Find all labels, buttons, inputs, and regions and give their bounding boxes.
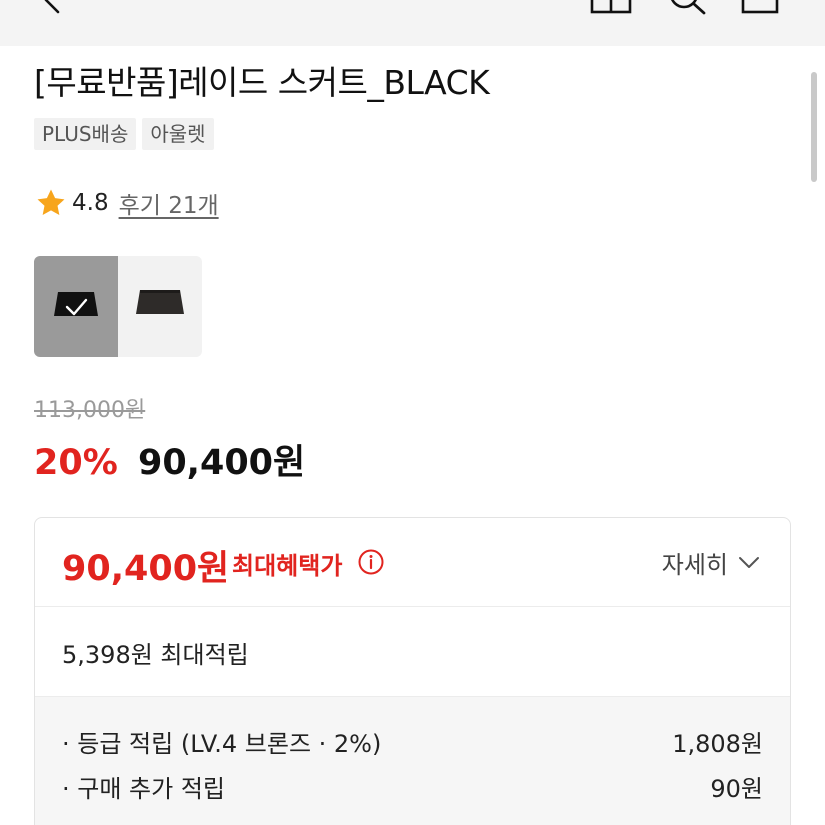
product-tags: PLUS배송 아울렛 — [34, 118, 214, 150]
back-icon[interactable] — [36, 0, 66, 16]
benefit-header: 90,400원 최대혜택가 자세히 — [35, 518, 790, 607]
tag-plus-delivery: PLUS배송 — [34, 118, 137, 150]
search-icon[interactable] — [664, 0, 712, 16]
tag-outlet: 아울렛 — [142, 118, 214, 150]
chevron-down-icon — [739, 556, 759, 568]
rating: 4.8 후기 21개 — [34, 186, 219, 220]
info-icon[interactable] — [357, 548, 385, 576]
points-item-value: 1,808원 — [672, 730, 763, 758]
max-benefit-label: 최대혜택가 — [232, 552, 343, 580]
star-icon — [37, 189, 65, 216]
cart-icon[interactable] — [738, 0, 786, 16]
color-options — [34, 256, 202, 357]
rating-score: 4.8 — [72, 190, 109, 216]
share-icon[interactable] — [588, 0, 636, 16]
top-bar — [0, 0, 825, 46]
color-option-black[interactable] — [34, 256, 118, 357]
price-row: 20% 90,400원 — [34, 434, 305, 485]
detail-label: 자세히 — [661, 551, 728, 579]
points-item-value: 90원 — [710, 775, 763, 803]
max-points: 5,398원 최대적립 — [62, 641, 249, 669]
skirt-black-image — [54, 292, 98, 316]
review-count-link[interactable]: 후기 21개 — [119, 186, 219, 220]
points-item-name: · 등급 적립 (LV.4 브론즈 · 2%) — [62, 730, 382, 758]
final-price: 90,400원 — [137, 443, 306, 483]
detail-toggle[interactable]: 자세히 — [662, 545, 760, 580]
discount-rate: 20% — [34, 443, 118, 483]
benefit-box: 90,400원 최대혜택가 자세히 5,398원 최대적립 · 등급 적립 (L… — [34, 517, 791, 825]
scrollbar[interactable] — [811, 72, 817, 182]
original-price: 113,000원 — [34, 398, 146, 423]
color-option-charcoal[interactable] — [118, 256, 202, 357]
points-item-name: · 구매 추가 적립 — [62, 775, 225, 803]
points-breakdown: · 등급 적립 (LV.4 브론즈 · 2%) 1,808원 · 구매 추가 적… — [35, 697, 790, 825]
product-title: [무료반품]레이드 스커트_BLACK — [34, 63, 490, 102]
max-benefit-price: 90,400원 — [62, 549, 230, 589]
max-points-row: 5,398원 최대적립 — [35, 607, 790, 697]
list-item: · 등급 적립 (LV.4 브론즈 · 2%) 1,808원 — [35, 724, 790, 769]
skirt-charcoal-image — [136, 290, 184, 314]
list-item: · 구매 추가 적립 90원 — [35, 769, 790, 814]
